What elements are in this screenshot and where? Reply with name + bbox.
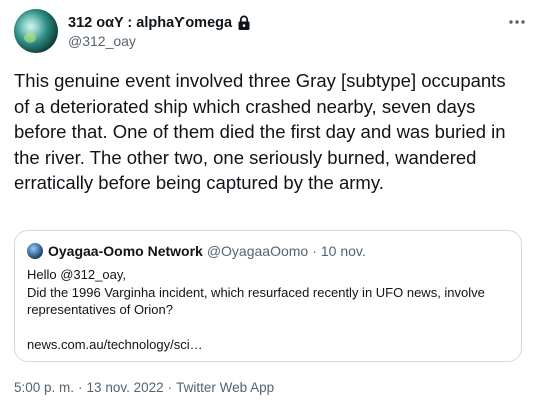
tweet-time[interactable]: 5:00 p. m. xyxy=(14,380,74,395)
quoted-tweet-body: Hello @312_oay, Did the 1996 Varginha in… xyxy=(27,266,513,354)
quoted-date: 10 nov. xyxy=(320,243,366,259)
author-display-name[interactable]: 312 οαY : alphaƳomega xyxy=(68,15,232,31)
quoted-link[interactable]: news.com.au/technology/sci… xyxy=(27,336,513,354)
tweet-text: This genuine event involved three Gray [… xyxy=(14,70,506,193)
lock-icon xyxy=(237,15,251,31)
quoted-tweet[interactable]: Oyagaa-Oomo Network @OyagaaOomo · 10 nov… xyxy=(14,230,522,362)
author-name-row: 312 οαY : alphaƳomega xyxy=(68,13,251,33)
quoted-author-name: Oyagaa-Oomo Network xyxy=(48,243,203,259)
meta-separator: · xyxy=(167,380,173,395)
more-options-icon[interactable] xyxy=(508,14,526,30)
quoted-author-avatar xyxy=(27,243,43,259)
quoted-line: Hello @312_oay, xyxy=(27,267,126,282)
quoted-line: Did the 1996 Varginha incident, which re… xyxy=(27,284,485,318)
tweet-source[interactable]: Twitter Web App xyxy=(176,380,274,395)
quoted-tweet-header: Oyagaa-Oomo Network @OyagaaOomo · 10 nov… xyxy=(27,242,366,260)
meta-separator: · xyxy=(78,380,83,395)
quoted-separator: · xyxy=(312,243,317,259)
tweet-date[interactable]: 13 nov. 2022 xyxy=(87,380,164,395)
author-handle[interactable]: @312_oay xyxy=(68,33,136,49)
tweet-metadata: 5:00 p. m. · 13 nov. 2022 · Twitter Web … xyxy=(14,380,274,395)
quoted-author-handle: @OyagaaOomo xyxy=(206,243,309,259)
author-avatar[interactable] xyxy=(14,9,58,53)
